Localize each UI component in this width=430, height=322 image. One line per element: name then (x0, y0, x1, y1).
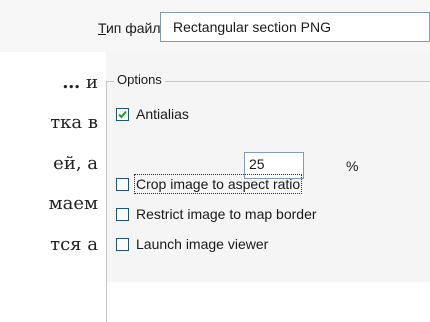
background-text-line-4: маем (48, 193, 98, 214)
antialias-percent-input[interactable]: 25 (244, 152, 304, 179)
options-legend: Options (114, 72, 165, 87)
launch-checkbox[interactable] (116, 238, 129, 251)
percent-label: % (346, 158, 359, 174)
launch-label: Launch image viewer (136, 236, 269, 252)
background-text-ellipsis: … (62, 72, 81, 93)
file-type-select[interactable]: Rectangular section PNG (160, 12, 430, 42)
restrict-checkbox[interactable] (116, 208, 129, 221)
background-text-line-5: тся а (50, 234, 98, 255)
file-type-row: Тип файла: Rectangular section PNG (0, 0, 430, 52)
file-type-label-mnemonic: Т (98, 20, 106, 36)
background-text-line-1-rest: и (80, 72, 98, 93)
crop-label: Crop image to aspect ratio (133, 174, 303, 194)
background-text-line-2: тка в (50, 112, 98, 133)
background-document-text: … и тка в ей, а маем тся а (0, 52, 106, 282)
background-text-line-3: ей, а (53, 153, 98, 174)
antialias-checkbox[interactable] (116, 108, 129, 121)
restrict-label: Restrict image to map border (136, 206, 317, 222)
checkmark-icon (118, 110, 127, 119)
antialias-percent-value: 25 (249, 156, 265, 172)
crop-checkbox[interactable] (116, 178, 129, 191)
file-type-selected-value: Rectangular section PNG (173, 19, 331, 35)
background-text-line-1: … и (62, 72, 98, 93)
options-panel: Options Antialias 25 % Crop image to asp… (106, 52, 430, 322)
antialias-label: Antialias (136, 106, 189, 122)
